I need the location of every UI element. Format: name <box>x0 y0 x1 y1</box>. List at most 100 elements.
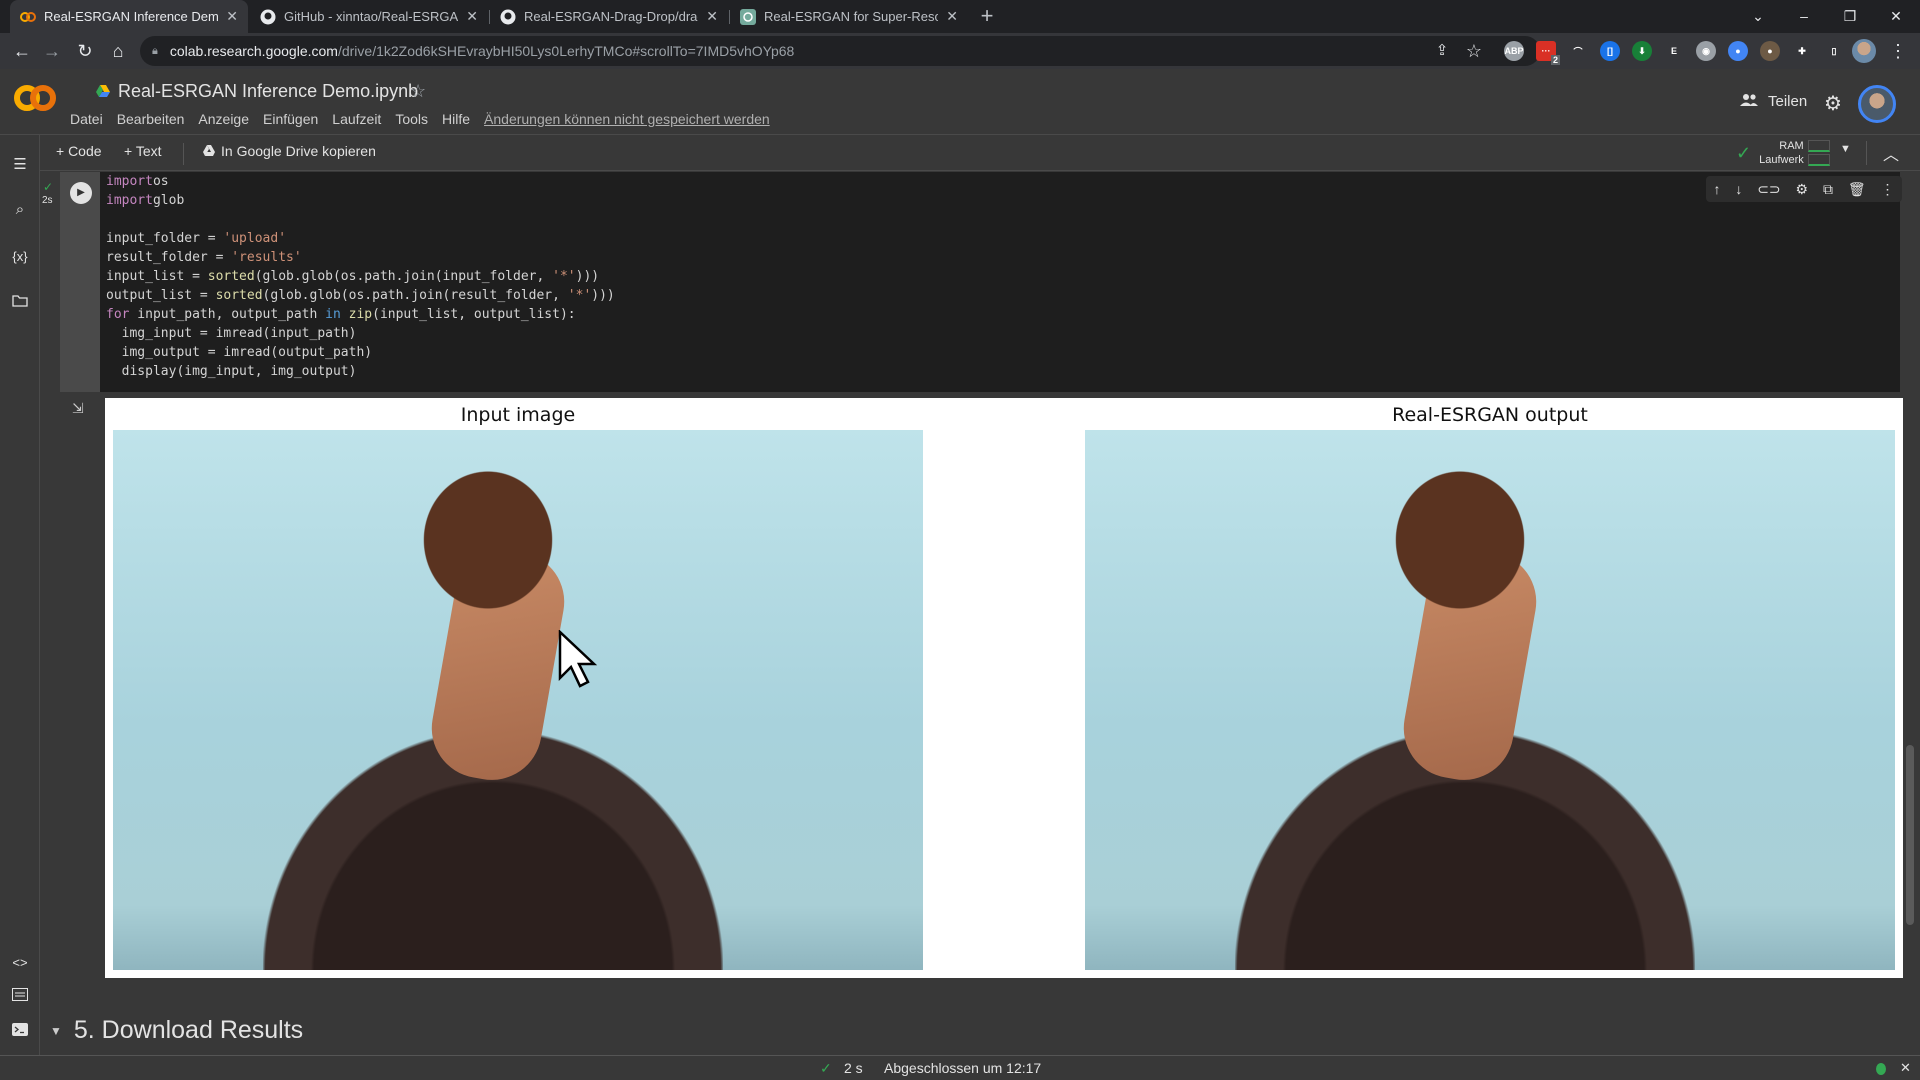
close-status-icon[interactable]: ✕ <box>1900 1060 1911 1076</box>
code-line: display(img_input, img_output) <box>106 362 615 381</box>
code-token: 'results' <box>231 250 302 265</box>
terminal-icon[interactable] <box>10 1022 30 1042</box>
extension-download-icon[interactable]: ⬇ <box>1632 41 1652 61</box>
menu-bar: Datei Bearbeiten Anzeige Einfügen Laufze… <box>70 111 784 127</box>
ram-usage-bar <box>1807 140 1830 152</box>
extension-globe-icon[interactable]: ● <box>1728 41 1748 61</box>
menu-tools[interactable]: Tools <box>395 111 428 127</box>
settings-gear-icon[interactable]: ⚙ <box>1824 91 1842 116</box>
new-tab-button[interactable]: + <box>976 5 998 28</box>
variables-icon[interactable]: {x} <box>10 247 30 267</box>
collapse-header-icon[interactable]: ︿ <box>1883 141 1899 165</box>
toolbar-divider <box>183 143 184 165</box>
menu-hilfe[interactable]: Hilfe <box>442 111 470 127</box>
minimize-button[interactable]: – <box>1784 4 1824 28</box>
tab-close-icon[interactable]: ✕ <box>706 8 718 25</box>
copy-to-drive-button[interactable]: In Google Drive kopieren <box>203 143 376 159</box>
move-cell-down-icon[interactable]: ↓ <box>1735 181 1742 197</box>
account-avatar[interactable] <box>1858 85 1896 123</box>
add-text-button[interactable]: + Text <box>124 143 162 159</box>
run-cell-button[interactable]: ▶ <box>70 182 92 204</box>
browser-tab[interactable]: Real-ESRGAN for Super-Resoluti ✕ <box>730 0 968 33</box>
add-code-button[interactable]: + Code <box>56 143 102 159</box>
colab-logo[interactable] <box>14 83 56 113</box>
tab-title: Real-ESRGAN-Drag-Drop/drag& <box>524 9 699 24</box>
status-check-icon: ✓ <box>820 1060 832 1076</box>
code-token: for <box>106 307 130 322</box>
close-window-button[interactable]: ✕ <box>1876 4 1916 28</box>
link-to-cell-icon[interactable]: ⊂⊃ <box>1757 181 1780 198</box>
star-icon[interactable]: ☆ <box>410 81 426 102</box>
share-page-icon[interactable]: ⇪ <box>1430 39 1454 63</box>
disk-usage-bar <box>1807 154 1830 166</box>
code-token: os <box>152 174 169 189</box>
menu-einfuegen[interactable]: Einfügen <box>263 111 318 127</box>
extension-camera-icon[interactable]: ◉ <box>1696 41 1716 61</box>
reload-button[interactable]: ↻ <box>73 39 97 63</box>
adblock-plus-icon[interactable]: ABP <box>1504 41 1524 61</box>
address-bar[interactable]: 🔒︎ colab.research.google.com /drive/1k2Z… <box>140 36 1540 66</box>
cell-toolbar: ↑ ↓ ⊂⊃ ⚙ ⧉ 🗑︎ ⋮ <box>1706 176 1902 202</box>
extension-arc-icon[interactable]: ⌒ <box>1568 41 1588 61</box>
connection-status-dot <box>1876 1063 1886 1075</box>
extension-blue-icon[interactable]: [] <box>1600 41 1620 61</box>
resources-dropdown-icon[interactable]: ▼ <box>1840 143 1851 155</box>
vertical-scrollbar[interactable] <box>1906 745 1914 925</box>
code-token: img_output = imread(output_path) <box>106 345 373 360</box>
browser-tab[interactable]: Real-ESRGAN Inference Demo.ip ✕ <box>10 0 248 33</box>
code-line: img_input = imread(input_path) <box>106 324 615 343</box>
code-token: ))) <box>591 288 615 303</box>
code-token: output_list = <box>106 288 216 303</box>
colab-icon <box>20 9 36 25</box>
more-options-icon[interactable]: ⋮ <box>1881 181 1895 198</box>
mirror-cell-icon[interactable]: ⧉ <box>1823 181 1833 198</box>
table-of-contents-icon[interactable]: ☰ <box>10 155 30 175</box>
restore-button[interactable]: ❐ <box>1830 4 1870 28</box>
side-panel-icon[interactable]: ▯ <box>1824 41 1844 61</box>
menu-datei[interactable]: Datei <box>70 111 103 127</box>
profile-avatar[interactable] <box>1852 39 1876 63</box>
menu-laufzeit[interactable]: Laufzeit <box>332 111 381 127</box>
code-token: import <box>106 174 153 189</box>
extension-brown-icon[interactable]: ● <box>1760 41 1780 61</box>
code-cell[interactable]: ▶ importos importglob input_folder = 'uplo… <box>60 172 1900 392</box>
home-button[interactable]: ⌂ <box>106 39 130 63</box>
code-snippets-icon[interactable]: <> <box>10 953 30 973</box>
cell-success-check-icon: ✓ <box>43 180 54 194</box>
tab-close-icon[interactable]: ✕ <box>466 8 478 25</box>
toolbar-divider <box>1866 141 1867 165</box>
resources-indicator[interactable]: ✓ RAM Laufwerk <box>1736 139 1830 167</box>
extension-red-icon[interactable]: ··· 2 <box>1536 41 1560 65</box>
section-heading[interactable]: ▼ 5. Download Results <box>50 1016 303 1045</box>
code-line: importos <box>106 172 615 191</box>
files-folder-icon[interactable] <box>10 293 30 313</box>
notebook-title[interactable]: Real-ESRGAN Inference Demo.ipynb <box>96 81 418 102</box>
bookmark-star-icon[interactable]: ☆ <box>1462 39 1486 63</box>
extensions-puzzle-icon[interactable]: ✚ <box>1792 41 1812 61</box>
code-line: input_list = sorted(glob.glob(os.path.jo… <box>106 267 615 286</box>
share-button[interactable]: Teilen <box>1740 93 1807 110</box>
code-token: 'upload' <box>223 231 287 246</box>
tab-close-icon[interactable]: ✕ <box>226 8 238 25</box>
tab-close-icon[interactable]: ✕ <box>946 8 958 25</box>
browser-tab[interactable]: Real-ESRGAN-Drag-Drop/drag& ✕ <box>490 0 728 33</box>
unsaved-warning-link[interactable]: Änderungen können nicht gespeichert werd… <box>484 111 770 127</box>
input-image <box>113 430 923 970</box>
command-palette-icon[interactable] <box>10 987 30 1007</box>
move-cell-up-icon[interactable]: ↑ <box>1713 181 1720 197</box>
browser-tab-strip: Real-ESRGAN Inference Demo.ip ✕ GitHub -… <box>0 0 1920 33</box>
back-button[interactable]: ← <box>10 39 34 63</box>
extension-e-icon[interactable]: E <box>1664 41 1684 61</box>
delete-cell-icon[interactable]: 🗑︎ <box>1848 181 1866 198</box>
forward-button[interactable]: → <box>40 39 64 63</box>
collapse-section-icon[interactable]: ▼ <box>50 1024 62 1038</box>
search-icon[interactable]: ⌕ <box>10 200 30 220</box>
tab-search-button[interactable]: ⌄ <box>1738 4 1778 28</box>
output-actions-icon[interactable]: ⇲ <box>72 400 84 417</box>
code-editor[interactable]: importos importglob input_folder = 'upload… <box>106 172 615 381</box>
cell-settings-gear-icon[interactable]: ⚙ <box>1796 181 1809 198</box>
menu-bearbeiten[interactable]: Bearbeiten <box>117 111 185 127</box>
menu-anzeige[interactable]: Anzeige <box>198 111 249 127</box>
browser-tab[interactable]: GitHub - xinntao/Real-ESRGAN: ✕ <box>250 0 488 33</box>
browser-menu-icon[interactable]: ⋮ <box>1886 39 1910 63</box>
